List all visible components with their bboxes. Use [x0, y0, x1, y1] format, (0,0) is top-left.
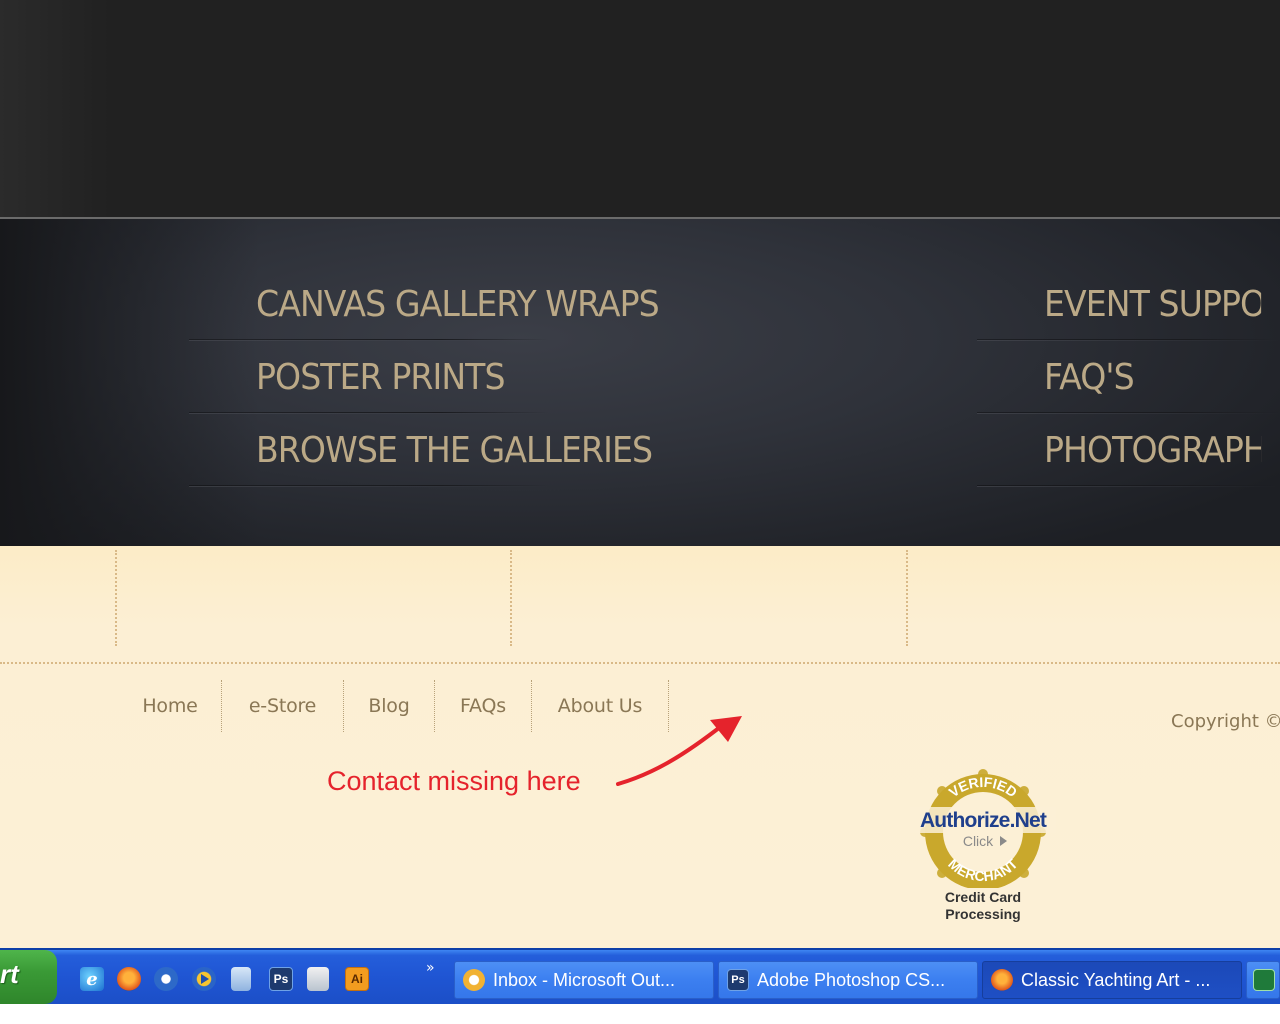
seal-click: Click — [963, 833, 994, 849]
nav-divider — [189, 339, 549, 341]
outlook-express-icon[interactable] — [154, 967, 178, 991]
task-label: Classic Yachting Art - ... — [1021, 969, 1211, 990]
recycle-icon[interactable] — [231, 967, 251, 991]
nav-photography[interactable]: PHOTOGRAPH — [1044, 430, 1261, 471]
footer-link-blog[interactable]: Blog — [344, 680, 434, 732]
svg-text:e: e — [86, 969, 97, 990]
nav-canvas-gallery-wraps[interactable]: CANVAS GALLERY WRAPS — [256, 284, 679, 325]
nav-faqs[interactable]: FAQ'S — [1044, 357, 1261, 398]
authorize-net-seal[interactable]: VERIFIED MERCHANT Authorize.Net Click Cr… — [906, 762, 1060, 922]
footer-link-estore[interactable]: e-Store — [222, 680, 343, 732]
task-label: Adobe Photoshop CS... — [757, 969, 946, 990]
excel-icon — [1253, 969, 1275, 991]
ie-icon[interactable]: e — [80, 967, 104, 991]
seal-caption: Credit Card Processing — [906, 889, 1060, 923]
outlook-icon — [463, 969, 485, 991]
illustrator-icon[interactable]: Ai — [345, 967, 369, 991]
task-button-outlook[interactable]: Inbox - Microsoft Out... — [454, 961, 714, 999]
verified-merchant-seal-icon: VERIFIED MERCHANT Authorize.Net Click — [910, 769, 1056, 895]
task-button-firefox[interactable]: Classic Yachting Art - ... — [982, 961, 1242, 999]
nav-poster-prints[interactable]: POSTER PRINTS — [256, 357, 679, 398]
footer-column-divider — [115, 550, 117, 646]
start-label: rt — [0, 959, 19, 989]
firefox-icon — [991, 969, 1013, 991]
annotation-arrow-icon — [616, 716, 742, 786]
footer-column-divider — [510, 550, 512, 646]
footer-horizontal-divider — [0, 662, 1280, 664]
photoshop-icon: Ps — [727, 969, 749, 991]
seal-caption-line1: Credit Card — [944, 889, 1022, 905]
nav-divider — [977, 485, 1280, 487]
seal-caption-line2: Processing — [945, 906, 1021, 922]
screen-bottom-strip — [0, 1004, 1280, 1024]
nav-divider — [977, 339, 1280, 341]
nav-event-support[interactable]: EVENT SUPPOR — [1044, 284, 1261, 325]
firefox-icon[interactable] — [117, 967, 141, 991]
copyright-text: Copyright © — [1171, 711, 1280, 732]
nav-divider — [189, 485, 549, 487]
seal-brand: Authorize.Net — [920, 809, 1047, 832]
windows-taskbar: rt e Ps Ai » Inbox - Microsoft Out... Ps… — [0, 948, 1280, 1004]
nav-divider — [189, 412, 549, 414]
footer-column-divider — [906, 550, 908, 646]
nav-browse-the-galleries[interactable]: BROWSE THE GALLERIES — [256, 430, 679, 471]
header-dark-area — [0, 0, 1280, 217]
task-button-excel[interactable] — [1246, 961, 1280, 999]
footer-link-faqs[interactable]: FAQs — [435, 680, 531, 732]
task-label: Inbox - Microsoft Out... — [493, 969, 676, 990]
photoshop-icon[interactable]: Ps — [269, 967, 293, 991]
nav-divider — [977, 412, 1280, 414]
annotation-text: Contact missing here — [327, 766, 581, 796]
task-button-photoshop[interactable]: Ps Adobe Photoshop CS... — [718, 961, 978, 999]
quick-launch-overflow-icon[interactable]: » — [426, 960, 435, 976]
calculator-icon[interactable] — [307, 967, 329, 991]
start-button[interactable]: rt — [0, 950, 57, 1004]
media-player-icon[interactable] — [192, 967, 216, 991]
footer-link-home[interactable]: Home — [120, 680, 220, 732]
